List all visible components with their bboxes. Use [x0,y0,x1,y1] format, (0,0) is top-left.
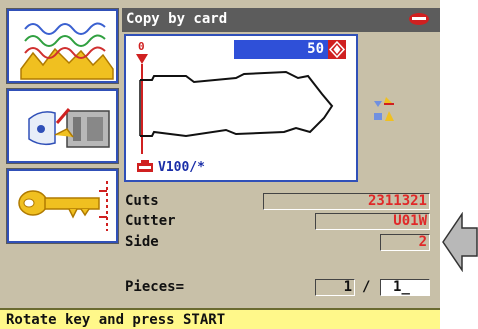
title-bar: Copy by card [122,8,440,32]
cutter-field[interactable]: U01W [315,213,430,230]
status-bar: Rotate key and press START [0,308,440,329]
pieces-done-field: 1 [315,279,355,296]
side-label: Side [125,234,159,250]
status-message: Rotate key and press START [6,312,226,328]
key-profile-panel: 0 50 V100/* [124,34,358,182]
diamond-arrows-icon [328,40,346,59]
key-length-icon [18,181,108,231]
silca-logo-icon [409,13,429,25]
left-arrow-icon [442,212,478,272]
key-cuts-icon [20,22,114,80]
cutter-label: Cutter [125,213,176,229]
pieces-total-input[interactable]: 1_ [380,279,430,296]
cuts-label: Cuts [125,193,159,209]
mode-button-card[interactable] [6,88,119,164]
card-reader-icon [28,108,110,148]
side-field[interactable]: 2 [380,234,430,251]
key-code: V100/* [158,160,205,175]
machine-icon [137,160,153,172]
adjust-button[interactable] [328,40,346,59]
step-value[interactable]: 50 [234,40,328,59]
mode-button-key-length[interactable] [6,168,119,244]
cuts-field[interactable]: 2311321 [263,193,430,210]
clamp-tools-icon [374,97,394,121]
machine-screen: Copy by card 0 50 V100/* Cuts 2311321 Cu… [0,0,440,329]
mode-button-key-cuts[interactable] [6,8,119,84]
svg-text:0: 0 [138,40,145,53]
text-cursor: _ [401,279,410,295]
pieces-separator: / [362,279,371,295]
page-title: Copy by card [126,11,228,27]
pieces-label: Pieces= [125,279,185,295]
